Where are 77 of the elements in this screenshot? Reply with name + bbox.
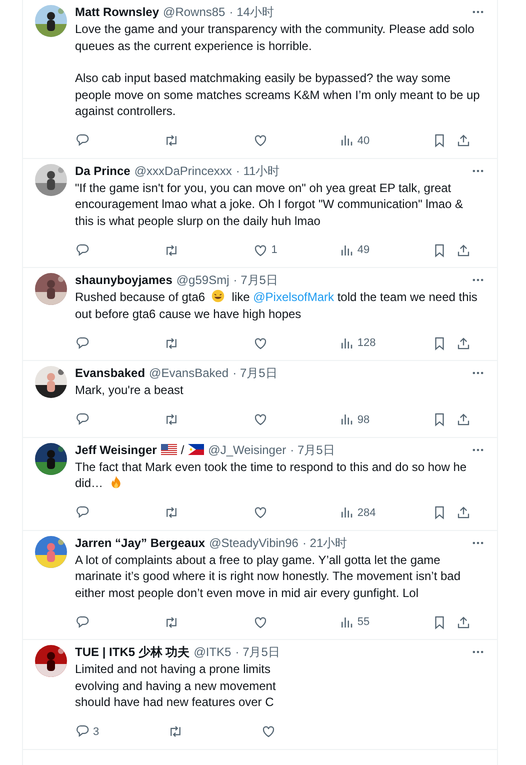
post-time[interactable]: · 7月5日 (235, 643, 280, 661)
views-icon (339, 133, 354, 148)
share-icon (456, 614, 472, 630)
tweet-text: The fact that Mark even took the time to respond to this and do so how he did… (75, 458, 468, 492)
reply-icon (75, 724, 90, 739)
repost-icon (164, 242, 180, 258)
reply-icon (75, 412, 90, 427)
repost-icon (164, 505, 180, 520)
user-name[interactable]: Matt Rownsley (75, 3, 160, 21)
views-icon (339, 336, 354, 350)
post-time[interactable]: · 11小时 (236, 162, 280, 180)
user-handle[interactable]: @ITK5 (194, 643, 232, 661)
like-icon (253, 412, 268, 427)
share-icon (456, 242, 472, 258)
like-icon (253, 242, 268, 258)
user-name[interactable]: shaunyboyjames (75, 271, 172, 289)
user-name[interactable]: Jeff Weisinger (75, 440, 157, 458)
tweet-text: Love the game and your transparency with the community. Please add solo queues as the current experience is horrible. (75, 21, 476, 54)
share-icon (456, 505, 472, 520)
views-icon (339, 412, 354, 427)
reply-icon (75, 242, 90, 258)
tweet-text: should have had new features over C (75, 694, 275, 710)
user-name[interactable]: Evansbaked (75, 364, 146, 382)
repost-icon (168, 724, 183, 739)
like-icon (253, 133, 268, 148)
tweet-text: "If the game isn't for you, you can move on" oh yea great EP talk, great encouragement lmao what a joke. Oh I forgot "W communication" lmao & this is what people slurp on the daily huh lmao (75, 180, 464, 229)
user-handle[interactable]: @EvansBaked (149, 364, 229, 382)
share-icon (456, 412, 472, 427)
tweet-text: Rushed because of gta6 like @PixelsofMark told the team we need this out before gta6 cause we have high hopes (75, 289, 478, 322)
views-button[interactable]: 55 (339, 614, 432, 630)
post-time[interactable]: · 14小时 (229, 3, 274, 21)
views-button[interactable]: 284 (339, 505, 432, 520)
post-time[interactable]: · 7月5日 (233, 271, 278, 289)
views-icon (339, 614, 354, 630)
user-handle[interactable]: @J_Weisinger (208, 440, 286, 458)
share-icon (456, 133, 472, 148)
reply-button[interactable]: 3 (75, 724, 168, 739)
like-icon (261, 724, 276, 739)
reply-icon (75, 505, 90, 520)
laughing-emoji-icon (211, 289, 226, 303)
tweet-text: Limited and not having a prone limits (75, 661, 272, 678)
share-icon (456, 336, 472, 350)
post-time[interactable]: · 21小时 (302, 534, 348, 552)
user-handle[interactable]: @SteadyVibin96 (209, 534, 298, 552)
user-handle[interactable]: @Rowns85 (163, 3, 226, 21)
user-name[interactable]: TUE | ITK5 少林 功夫 (75, 643, 190, 661)
user-name[interactable]: Jarren “Jay” Bergeaux (75, 534, 206, 552)
user-name[interactable]: Da Prince (75, 162, 130, 180)
reply-icon (75, 133, 90, 148)
flag-separator: / (180, 442, 184, 458)
post-time[interactable]: · 7月5日 (232, 364, 278, 382)
views-icon (339, 242, 354, 258)
tweet-text: Mark, you're a beast (75, 382, 184, 398)
views-button[interactable]: 128 (339, 336, 432, 350)
like-icon (253, 336, 268, 350)
tweet-text: Also cab input based matchmaking easily be bypassed? the way some people move on some matches screams K&M when I’m only meant to be up against controllers. (75, 70, 481, 120)
views-button[interactable]: 49 (339, 242, 432, 258)
flag-icon (160, 444, 177, 455)
views-button[interactable]: 40 (339, 133, 432, 148)
fire-emoji-icon (109, 475, 124, 489)
repost-icon (164, 336, 180, 350)
views-button[interactable]: 98 (339, 412, 432, 427)
reply-icon (75, 614, 90, 630)
tweet-text: A lot of complaints about a free to play game. Y’all gotta let the game marinate it’s good where it is right now honestly. The movement isn’t bad either most people don’t even move in mid air every gunfight. Lol (75, 552, 462, 601)
flag-icon (188, 444, 204, 455)
repost-icon (164, 614, 180, 630)
like-icon (253, 505, 268, 520)
tweet-text: evolving and having a new movement (75, 678, 277, 694)
like-button[interactable]: 1 (253, 242, 340, 258)
reply-icon (75, 336, 90, 350)
repost-icon (164, 133, 180, 148)
like-icon (253, 614, 268, 630)
post-time[interactable]: · 7月5日 (290, 440, 335, 458)
user-handle[interactable]: @g59Smj (176, 271, 230, 289)
views-icon (339, 505, 354, 520)
user-handle[interactable]: @xxxDaPrincexxx (134, 162, 232, 180)
repost-icon (164, 412, 180, 427)
